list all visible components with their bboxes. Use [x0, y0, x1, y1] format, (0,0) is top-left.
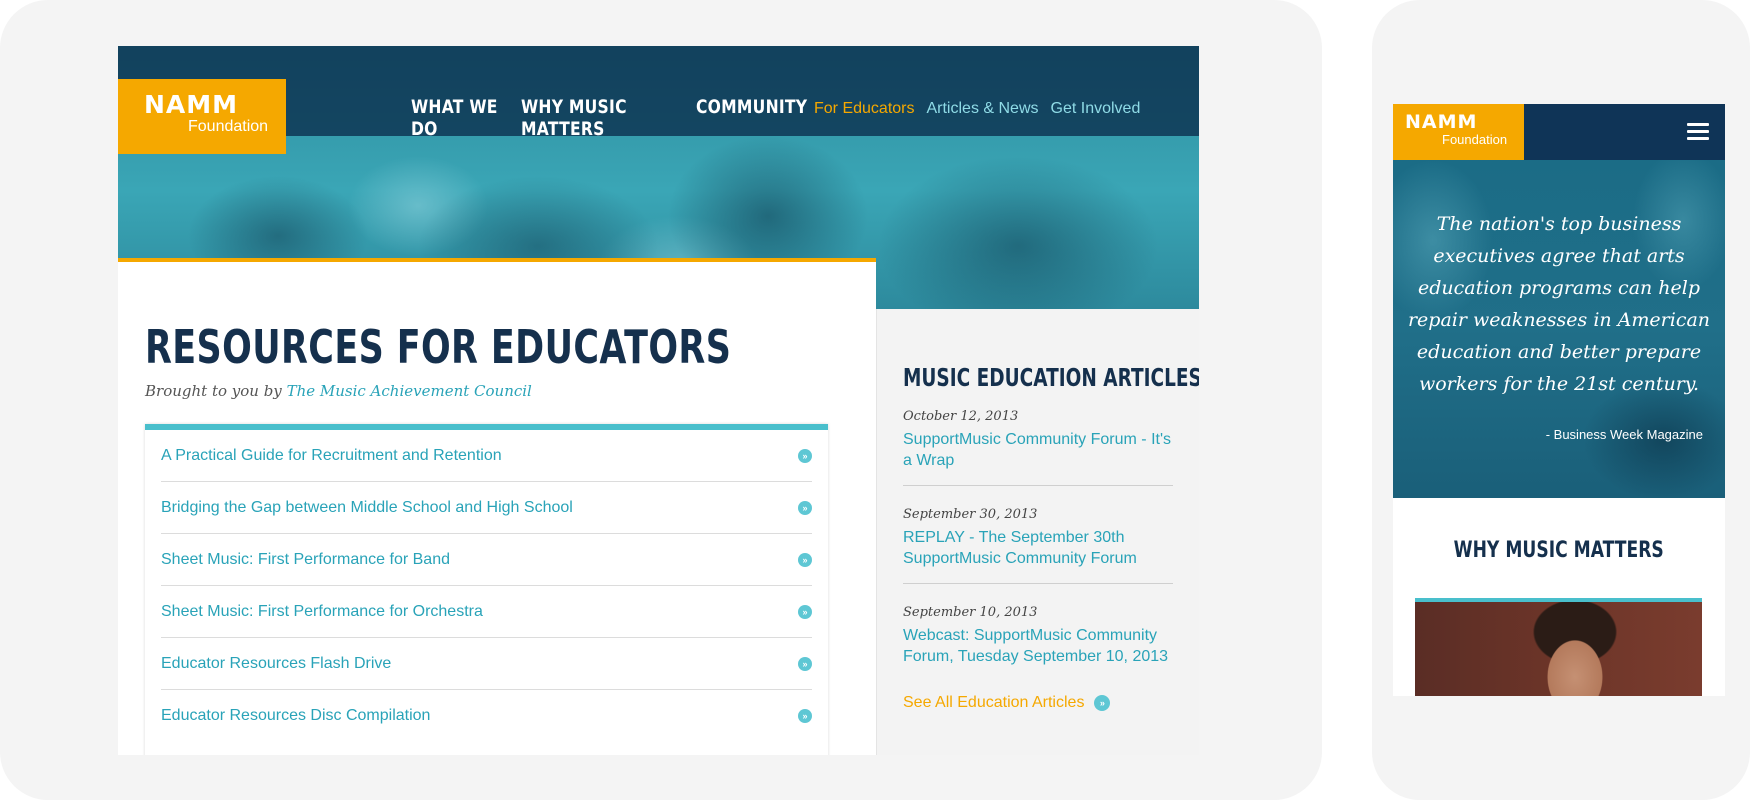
- see-all-articles-link[interactable]: See All Education Articles »: [903, 694, 1111, 712]
- resource-item[interactable]: Educator Resources Disc Compilation »: [161, 690, 812, 742]
- articles-sidebar: MUSIC EDUCATION ARTICLES October 12, 201…: [876, 309, 1199, 755]
- resource-label: Educator Resources Disc Compilation: [161, 707, 431, 724]
- desktop-screen: NAMM Foundation WHAT WE DO WHY MUSIC MAT…: [118, 46, 1199, 755]
- article-title[interactable]: SupportMusic Community Forum - It's a Wr…: [903, 429, 1173, 471]
- nav-articles-news[interactable]: Articles & News: [926, 100, 1038, 118]
- nav-for-educators[interactable]: For Educators: [814, 100, 914, 118]
- chevron-right-circle-icon: »: [798, 448, 812, 463]
- resource-list: A Practical Guide for Recruitment and Re…: [145, 424, 828, 755]
- article-item[interactable]: September 30, 2013 REPLAY - The Septembe…: [903, 507, 1173, 584]
- chevron-right-circle-icon: »: [798, 500, 812, 515]
- section-title: WHY MUSIC MATTERS: [1393, 538, 1725, 563]
- section-title-text: WHY MUSIC MATTERS: [1453, 538, 1665, 563]
- resource-label: A Practical Guide for Recruitment and Re…: [161, 446, 502, 464]
- byline-link[interactable]: The Music Achievement Council: [287, 382, 532, 400]
- article-date: September 30, 2013: [903, 507, 1038, 522]
- article-date: September 10, 2013: [903, 605, 1038, 620]
- hamburger-menu-icon[interactable]: [1687, 123, 1709, 141]
- quote-source: - Business Week Magazine: [1545, 427, 1703, 442]
- namm-foundation-logo[interactable]: NAMM Foundation: [118, 79, 286, 154]
- resource-item[interactable]: Sheet Music: First Performance for Orche…: [161, 586, 812, 638]
- resource-label: Sheet Music: First Performance for Orche…: [161, 602, 483, 620]
- main-content: RESOURCES FOR EDUCATORS Brought to you b…: [118, 262, 876, 755]
- article-date: October 12, 2013: [903, 409, 1019, 424]
- article-title[interactable]: Webcast: SupportMusic Community Forum, T…: [903, 625, 1173, 667]
- logo-wordmark: NAMM: [144, 90, 239, 119]
- resource-item[interactable]: Educator Resources Flash Drive »: [161, 638, 812, 690]
- nav-get-involved[interactable]: Get Involved: [1051, 100, 1141, 118]
- chevron-right-circle-icon: »: [798, 552, 812, 567]
- chevron-right-circle-icon: »: [798, 656, 812, 671]
- article-title[interactable]: REPLAY - The September 30th SupportMusic…: [903, 527, 1173, 569]
- logo-subtitle: Foundation: [1442, 132, 1508, 147]
- logo-subtitle: Foundation: [188, 118, 269, 135]
- resource-item[interactable]: Bridging the Gap between Middle School a…: [161, 482, 812, 534]
- main-nav: WHAT WE DO WHY MUSIC MATTERS COMMUNITY F…: [411, 96, 1140, 140]
- hero-quote: The nation's top business executives agr…: [1407, 213, 1711, 395]
- resource-label: Bridging the Gap between Middle School a…: [161, 498, 573, 516]
- byline: Brought to you by The Music Achievement …: [145, 382, 532, 400]
- nav-what-we-do[interactable]: WHAT WE DO: [411, 96, 501, 140]
- byline-prefix: Brought to you by: [145, 382, 282, 400]
- nav-community[interactable]: COMMUNITY: [696, 96, 807, 118]
- chevron-right-circle-icon: »: [1094, 695, 1111, 711]
- namm-foundation-logo[interactable]: NAMM Foundation: [1393, 104, 1524, 160]
- nav-why-music-matters[interactable]: WHY MUSIC MATTERS: [521, 96, 665, 140]
- resource-label: Sheet Music: First Performance for Band: [161, 550, 450, 568]
- page-title: RESOURCES FOR EDUCATORS: [145, 320, 732, 374]
- resource-label: Educator Resources Flash Drive: [161, 654, 392, 672]
- article-item[interactable]: September 10, 2013 Webcast: SupportMusic…: [903, 605, 1173, 681]
- chevron-right-circle-icon: »: [798, 604, 812, 619]
- mobile-screen: NAMM Foundation The nation's top busines…: [1393, 104, 1725, 696]
- see-all-label: See All Education Articles: [903, 694, 1085, 711]
- chevron-right-circle-icon: »: [798, 709, 812, 723]
- logo-wordmark: NAMM: [1405, 111, 1478, 133]
- resource-item[interactable]: A Practical Guide for Recruitment and Re…: [161, 430, 812, 482]
- article-item[interactable]: October 12, 2013 SupportMusic Community …: [903, 409, 1173, 486]
- sidebar-title: MUSIC EDUCATION ARTICLES: [903, 363, 1199, 392]
- resource-item[interactable]: Sheet Music: First Performance for Band …: [161, 534, 812, 586]
- featured-photo[interactable]: [1415, 598, 1702, 696]
- quote-hero: The nation's top business executives agr…: [1393, 160, 1725, 498]
